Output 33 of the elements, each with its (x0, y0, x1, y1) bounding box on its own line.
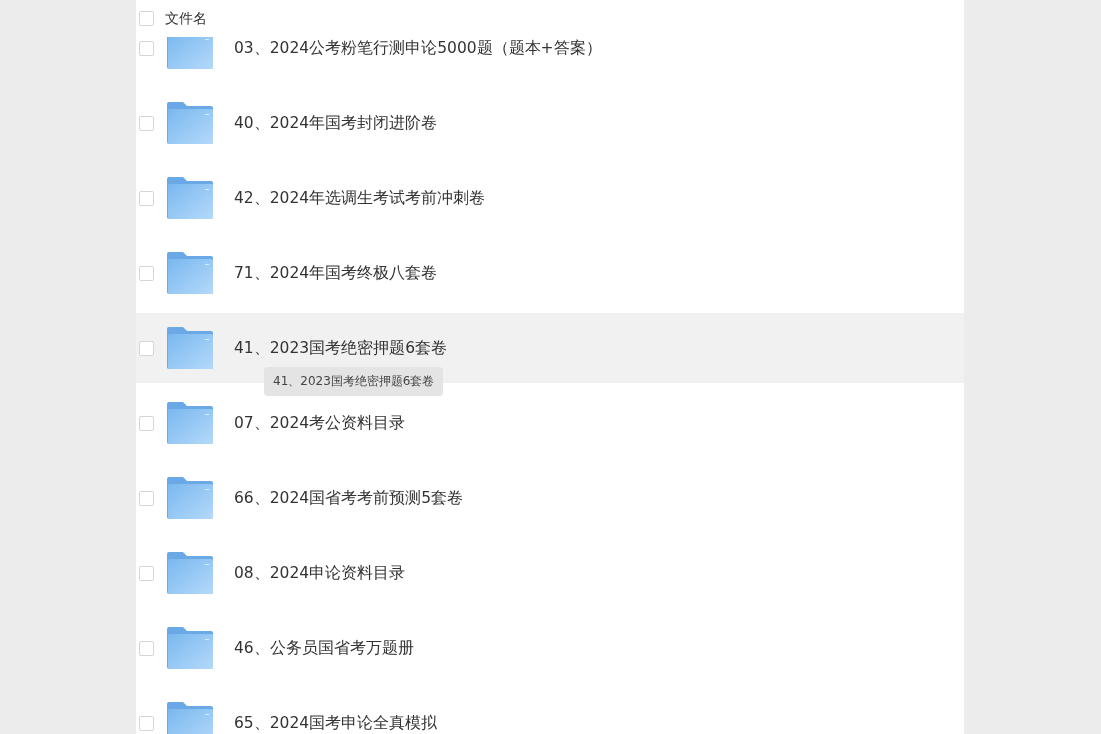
folder-icon (167, 327, 213, 369)
row-checkbox[interactable] (139, 265, 154, 281)
file-name[interactable]: 07、2024考公资料目录 (234, 412, 406, 434)
row-checkbox[interactable] (139, 415, 154, 431)
row-checkbox[interactable] (139, 190, 154, 206)
file-name[interactable]: 71、2024年国考终极八套卷 (234, 262, 438, 284)
folder-icon (167, 477, 213, 519)
file-name[interactable]: 42、2024年选调生考试考前冲刺卷 (234, 187, 486, 209)
tooltip: 41、2023国考绝密押题6套卷 (264, 367, 444, 396)
file-name[interactable]: 08、2024申论资料目录 (234, 562, 406, 584)
row-checkbox[interactable] (139, 340, 154, 356)
file-name[interactable]: 40、2024年国考封闭进阶卷 (234, 112, 438, 134)
file-name[interactable]: 65、2024国考申论全真模拟 (234, 712, 438, 734)
folder-icon (167, 402, 213, 444)
file-name[interactable]: 03、2024公考粉笔行测申论5000题（题本+答案） (234, 37, 602, 59)
row-checkbox[interactable] (139, 640, 154, 656)
folder-icon (167, 552, 213, 594)
folder-icon (167, 37, 213, 69)
file-name[interactable]: 46、公务员国省考万题册 (234, 637, 414, 659)
folder-icon (167, 702, 213, 734)
row-checkbox[interactable] (139, 490, 154, 506)
row-checkbox[interactable] (139, 115, 154, 131)
column-header: 文件名 (165, 9, 207, 28)
row-checkbox[interactable] (139, 40, 154, 56)
folder-icon (167, 627, 213, 669)
folder-icon (167, 252, 213, 294)
row-checkbox[interactable] (139, 715, 154, 731)
select-all-checkbox[interactable] (139, 11, 154, 26)
folder-icon (167, 102, 213, 144)
file-name[interactable]: 66、2024国省考考前预测5套卷 (234, 487, 464, 509)
folder-icon (167, 177, 213, 219)
file-name[interactable]: 41、2023国考绝密押题6套卷 (234, 337, 448, 359)
row-checkbox[interactable] (139, 565, 154, 581)
